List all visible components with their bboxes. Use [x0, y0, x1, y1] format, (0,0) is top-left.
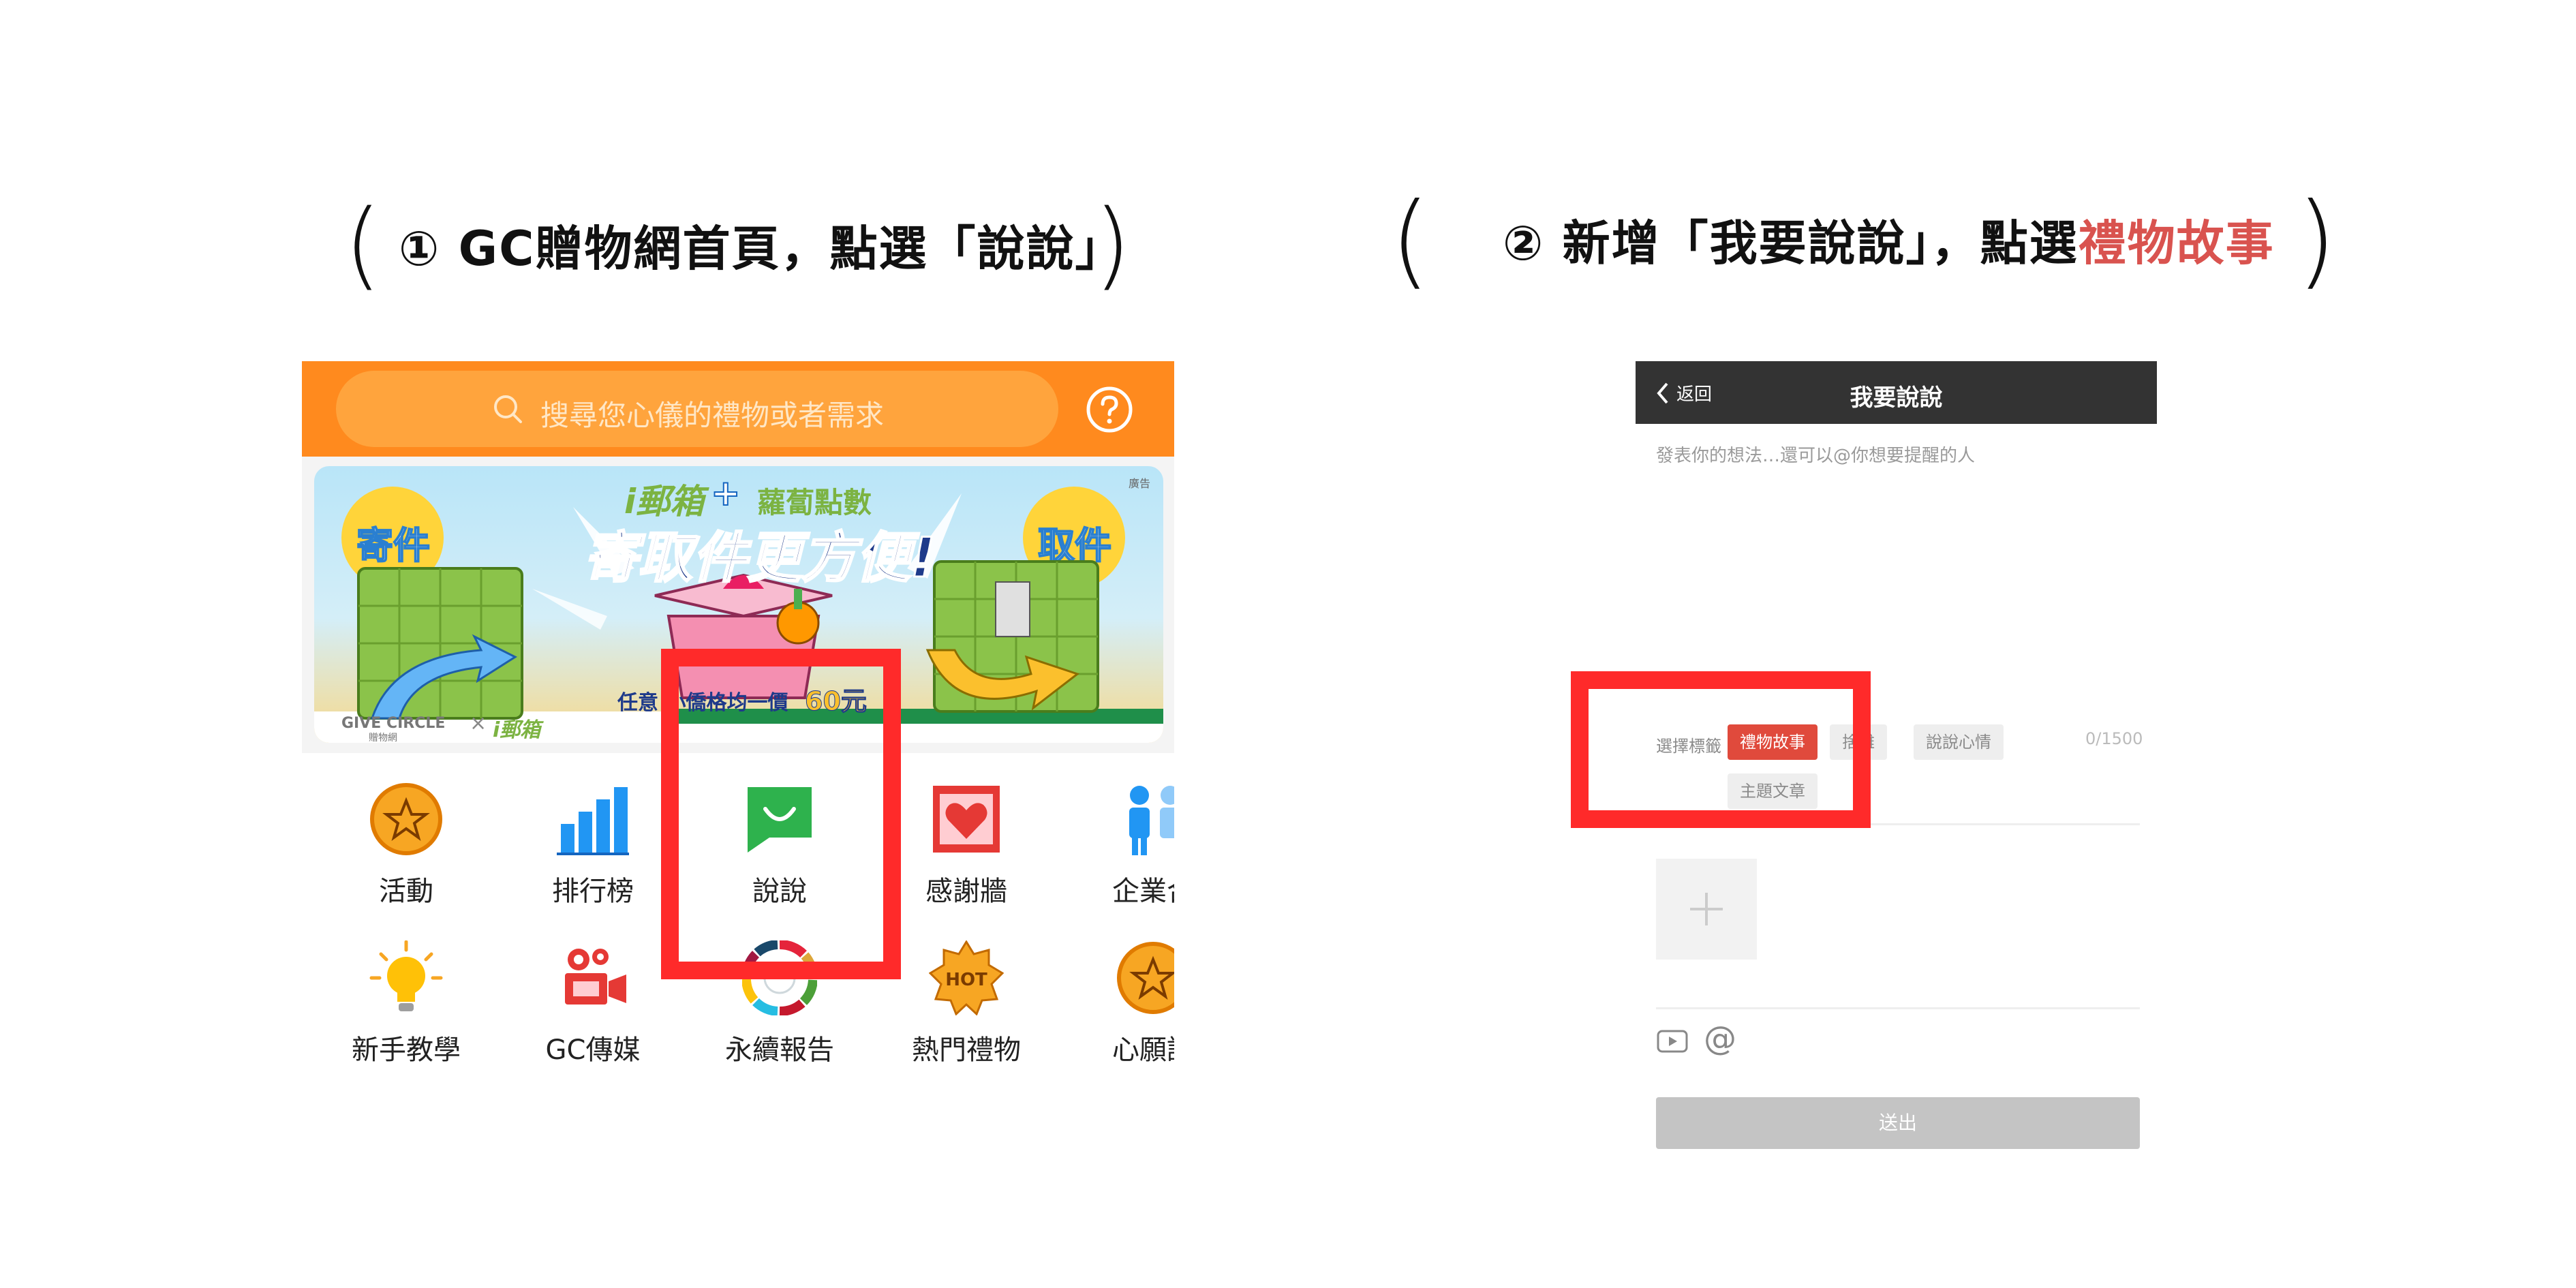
banner-footer-giving-circle: GIVE CIRCLE: [341, 715, 446, 732]
heart-frame-icon: [933, 786, 1000, 853]
banner-footer-ibox: i郵箱: [493, 718, 541, 742]
shuoshuo-highlight-box: [661, 649, 901, 979]
hot-badge-icon: HOT: [929, 940, 1004, 1015]
bar-chart-icon: [557, 787, 629, 855]
category-label: 企業合: [1112, 876, 1174, 907]
banner-footer-x: ×: [470, 711, 487, 735]
people-icon: [1129, 786, 1174, 855]
locker-left-illustration: [357, 567, 523, 720]
banner-headline: 寄取件更方便!: [582, 525, 936, 591]
category-label: 永續報告: [725, 1034, 834, 1066]
banner-plus: +: [710, 472, 741, 515]
mention-icon[interactable]: @: [1704, 1019, 1736, 1058]
submit-button[interactable]: 送出: [1656, 1097, 2140, 1149]
divider-bottom: [1656, 1007, 2140, 1009]
category-label: 感謝牆: [925, 876, 1007, 907]
compose-title: 我要說說: [1850, 384, 1943, 412]
video-camera-icon: [565, 949, 626, 1005]
star-coin-icon: [370, 783, 442, 855]
banner-footer-giving-circle-sub: 贈物網: [369, 733, 397, 743]
step1-close-paren: ): [1094, 189, 1131, 301]
svg-text:HOT: HOT: [945, 970, 987, 990]
star-coin-icon: [1117, 942, 1174, 1014]
category-label: 熱門禮物: [912, 1034, 1021, 1066]
step1-open-paren: (: [344, 189, 382, 301]
step2-close-paren: ): [2297, 181, 2337, 300]
search-bar[interactable]: 搜尋您心儀的禮物或者需求: [336, 371, 1058, 447]
step1-heading: ① GC贈物網首頁，點選「說說」: [399, 221, 1124, 277]
char-counter: 0/1500: [2085, 729, 2143, 748]
category-hot-gifts[interactable]: HOT 熱門禮物: [898, 940, 1034, 1067]
tag-mood[interactable]: 說說心情: [1914, 724, 2004, 760]
compose-nav-bar: 返回 我要說說: [1636, 361, 2157, 424]
plus-icon: [1690, 893, 1723, 925]
category-label: 心願認: [1112, 1034, 1174, 1066]
step2-open-paren: (: [1390, 181, 1430, 300]
category-thanks-wall[interactable]: 感謝牆: [898, 782, 1034, 908]
step2-heading: ② 新增「我要說說」，點選禮物故事: [1503, 219, 2275, 267]
search-placeholder: 搜尋您心儀的禮物或者需求: [540, 399, 885, 432]
step2-heading-accent: 禮物故事: [2078, 215, 2275, 271]
lightbulb-icon: [369, 940, 443, 1011]
compose-input[interactable]: 發表你的想法…還可以@你想要提醒的人: [1656, 442, 1975, 467]
category-label: GC傳媒: [545, 1034, 641, 1066]
category-activities[interactable]: 活動: [338, 782, 474, 908]
home-top-bar: 搜尋您心儀的禮物或者需求: [302, 361, 1174, 457]
category-enterprise[interactable]: 企業合: [1085, 782, 1174, 908]
help-icon[interactable]: [1086, 386, 1133, 433]
category-label: 新手教學: [352, 1034, 461, 1066]
add-photo-button[interactable]: [1656, 859, 1757, 960]
search-icon: [494, 395, 522, 423]
category-label: 排行榜: [552, 876, 634, 907]
step2-heading-main: ② 新增「我要說說」，點選: [1503, 215, 2079, 271]
category-tutorial[interactable]: 新手教學: [338, 940, 474, 1067]
category-rankings[interactable]: 排行榜: [525, 782, 661, 908]
gift-story-tag-highlight-box: [1571, 671, 1871, 828]
category-wish-claim[interactable]: 心願認: [1085, 940, 1174, 1067]
category-label: 活動: [379, 876, 433, 907]
youtube-icon[interactable]: [1656, 1028, 1689, 1055]
category-gc-media[interactable]: GC傳媒: [525, 940, 661, 1067]
locker-right-illustration: [925, 560, 1099, 713]
